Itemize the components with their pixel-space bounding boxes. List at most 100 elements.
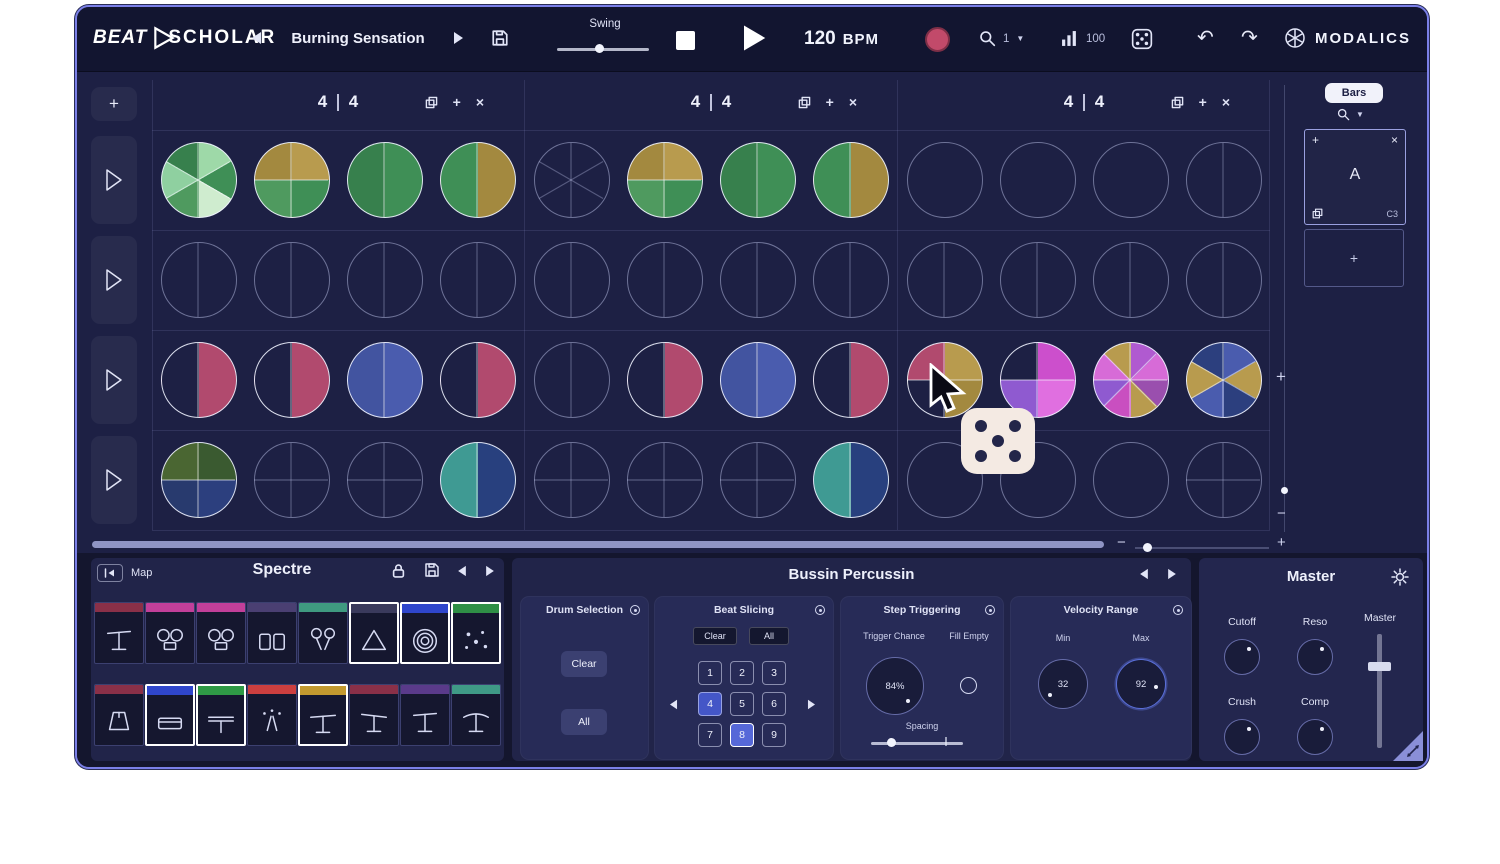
h-zoom-handle[interactable]	[1143, 543, 1152, 552]
delete-bar-button[interactable]: ×	[1222, 94, 1230, 110]
beat-slicing-enable-toggle[interactable]	[815, 605, 825, 615]
slice-page-next-button[interactable]	[807, 699, 816, 710]
drum-selection-clear-button[interactable]: Clear	[561, 651, 607, 677]
beat-cell[interactable]	[1000, 242, 1076, 318]
beat-cell[interactable]	[1093, 142, 1169, 218]
prev-drum-button[interactable]	[1139, 568, 1149, 580]
beat-cell[interactable]	[1093, 442, 1169, 518]
beat-cell[interactable]	[440, 342, 516, 418]
beat-cell[interactable]	[907, 242, 983, 318]
drum-pad[interactable]	[94, 602, 144, 664]
beat-cell[interactable]	[347, 242, 423, 318]
beat-cell[interactable]	[440, 442, 516, 518]
beat-cell[interactable]	[347, 142, 423, 218]
drum-pad[interactable]	[196, 684, 246, 746]
beat-cell[interactable]	[627, 342, 703, 418]
drum-pad[interactable]	[400, 602, 450, 664]
add-bar-button[interactable]: +	[826, 94, 834, 110]
beat-cell[interactable]	[1000, 142, 1076, 218]
cutoff-knob[interactable]	[1224, 639, 1260, 675]
duplicate-bar-button[interactable]	[425, 96, 438, 109]
duplicate-bar-button[interactable]	[798, 96, 811, 109]
beat-cell[interactable]	[347, 342, 423, 418]
drum-pad[interactable]	[196, 602, 246, 664]
beat-cell[interactable]	[534, 342, 610, 418]
next-drum-button[interactable]	[1167, 568, 1177, 580]
master-fader-track[interactable]	[1377, 634, 1382, 748]
bars-toggle-button[interactable]: Bars	[1325, 83, 1383, 103]
h-scrollbar[interactable]	[92, 541, 1104, 548]
slice-count-button[interactable]: 3	[762, 661, 786, 685]
h-zoom-slider[interactable]	[1135, 547, 1269, 549]
beat-cell[interactable]	[161, 142, 237, 218]
drum-pad[interactable]	[349, 602, 399, 664]
beat-cell[interactable]	[907, 142, 983, 218]
pattern-delete-button[interactable]: ×	[1391, 133, 1398, 147]
beat-cell[interactable]	[161, 442, 237, 518]
slice-count-button[interactable]: 8	[730, 723, 754, 747]
pattern-zoom-control[interactable]: ▼	[1337, 108, 1364, 121]
velocity-range-enable-toggle[interactable]	[1173, 605, 1183, 615]
beat-cell[interactable]	[440, 242, 516, 318]
drum-pad[interactable]	[247, 684, 297, 746]
next-kit-button[interactable]	[485, 565, 495, 577]
pattern-slot-a[interactable]: + × A C3	[1304, 129, 1406, 225]
slice-count-button[interactable]: 2	[730, 661, 754, 685]
velocity-min-knob[interactable]: 32	[1038, 659, 1088, 709]
slice-count-button[interactable]: 6	[762, 692, 786, 716]
drum-pad[interactable]	[349, 684, 399, 746]
h-zoom-in-button[interactable]: +	[1277, 534, 1286, 551]
beat-cell[interactable]	[813, 242, 889, 318]
drum-pad[interactable]	[94, 684, 144, 746]
reso-knob[interactable]	[1297, 639, 1333, 675]
spacing-slider[interactable]	[871, 742, 963, 745]
beat-slicing-all-button[interactable]: All	[749, 627, 789, 645]
drum-selection-enable-toggle[interactable]	[630, 605, 640, 615]
slice-count-button[interactable]: 9	[762, 723, 786, 747]
beat-slicing-clear-button[interactable]: Clear	[693, 627, 737, 645]
step-triggering-enable-toggle[interactable]	[985, 605, 995, 615]
prev-kit-button[interactable]	[457, 565, 467, 577]
save-kit-button[interactable]	[424, 562, 440, 578]
trigger-chance-knob[interactable]: 84%	[866, 657, 924, 715]
beat-cell[interactable]	[720, 342, 796, 418]
duplicate-bar-button[interactable]	[1171, 96, 1184, 109]
beat-cell[interactable]	[534, 142, 610, 218]
velocity-max-knob[interactable]: 92	[1116, 659, 1166, 709]
beat-cell[interactable]	[720, 442, 796, 518]
v-zoom-slider[interactable]	[1284, 85, 1285, 532]
beat-cell[interactable]	[720, 242, 796, 318]
drum-pad[interactable]	[247, 602, 297, 664]
slice-count-button[interactable]: 1	[698, 661, 722, 685]
crush-knob[interactable]	[1224, 719, 1260, 755]
drum-pad[interactable]	[145, 602, 195, 664]
beat-cell[interactable]	[440, 142, 516, 218]
beat-cell[interactable]	[254, 142, 330, 218]
beat-cell[interactable]	[1186, 242, 1262, 318]
beat-cell[interactable]	[1000, 342, 1076, 418]
beat-cell[interactable]	[254, 342, 330, 418]
beat-cell[interactable]	[534, 242, 610, 318]
drum-pad[interactable]	[451, 602, 501, 664]
beat-cell[interactable]	[534, 442, 610, 518]
beat-cell[interactable]	[1093, 242, 1169, 318]
beat-cell[interactable]	[1186, 142, 1262, 218]
pattern-duplicate-button[interactable]	[1312, 208, 1323, 219]
master-fader-handle[interactable]	[1368, 662, 1391, 671]
beat-cell[interactable]	[1186, 442, 1262, 518]
beat-cell[interactable]	[813, 142, 889, 218]
row-play-button[interactable]	[91, 236, 137, 324]
add-row-button[interactable]: +	[91, 87, 137, 121]
lock-kit-button[interactable]	[392, 563, 405, 579]
beat-cell[interactable]	[627, 242, 703, 318]
beat-cell[interactable]	[254, 242, 330, 318]
beat-cell[interactable]	[627, 142, 703, 218]
slice-page-prev-button[interactable]	[669, 699, 678, 710]
beat-cell[interactable]	[161, 342, 237, 418]
add-bar-button[interactable]: +	[1199, 94, 1207, 110]
fill-empty-toggle[interactable]	[960, 677, 977, 694]
v-zoom-handle[interactable]	[1281, 487, 1288, 494]
master-settings-button[interactable]	[1391, 568, 1409, 586]
drum-pad[interactable]	[145, 684, 195, 746]
delete-bar-button[interactable]: ×	[476, 94, 484, 110]
